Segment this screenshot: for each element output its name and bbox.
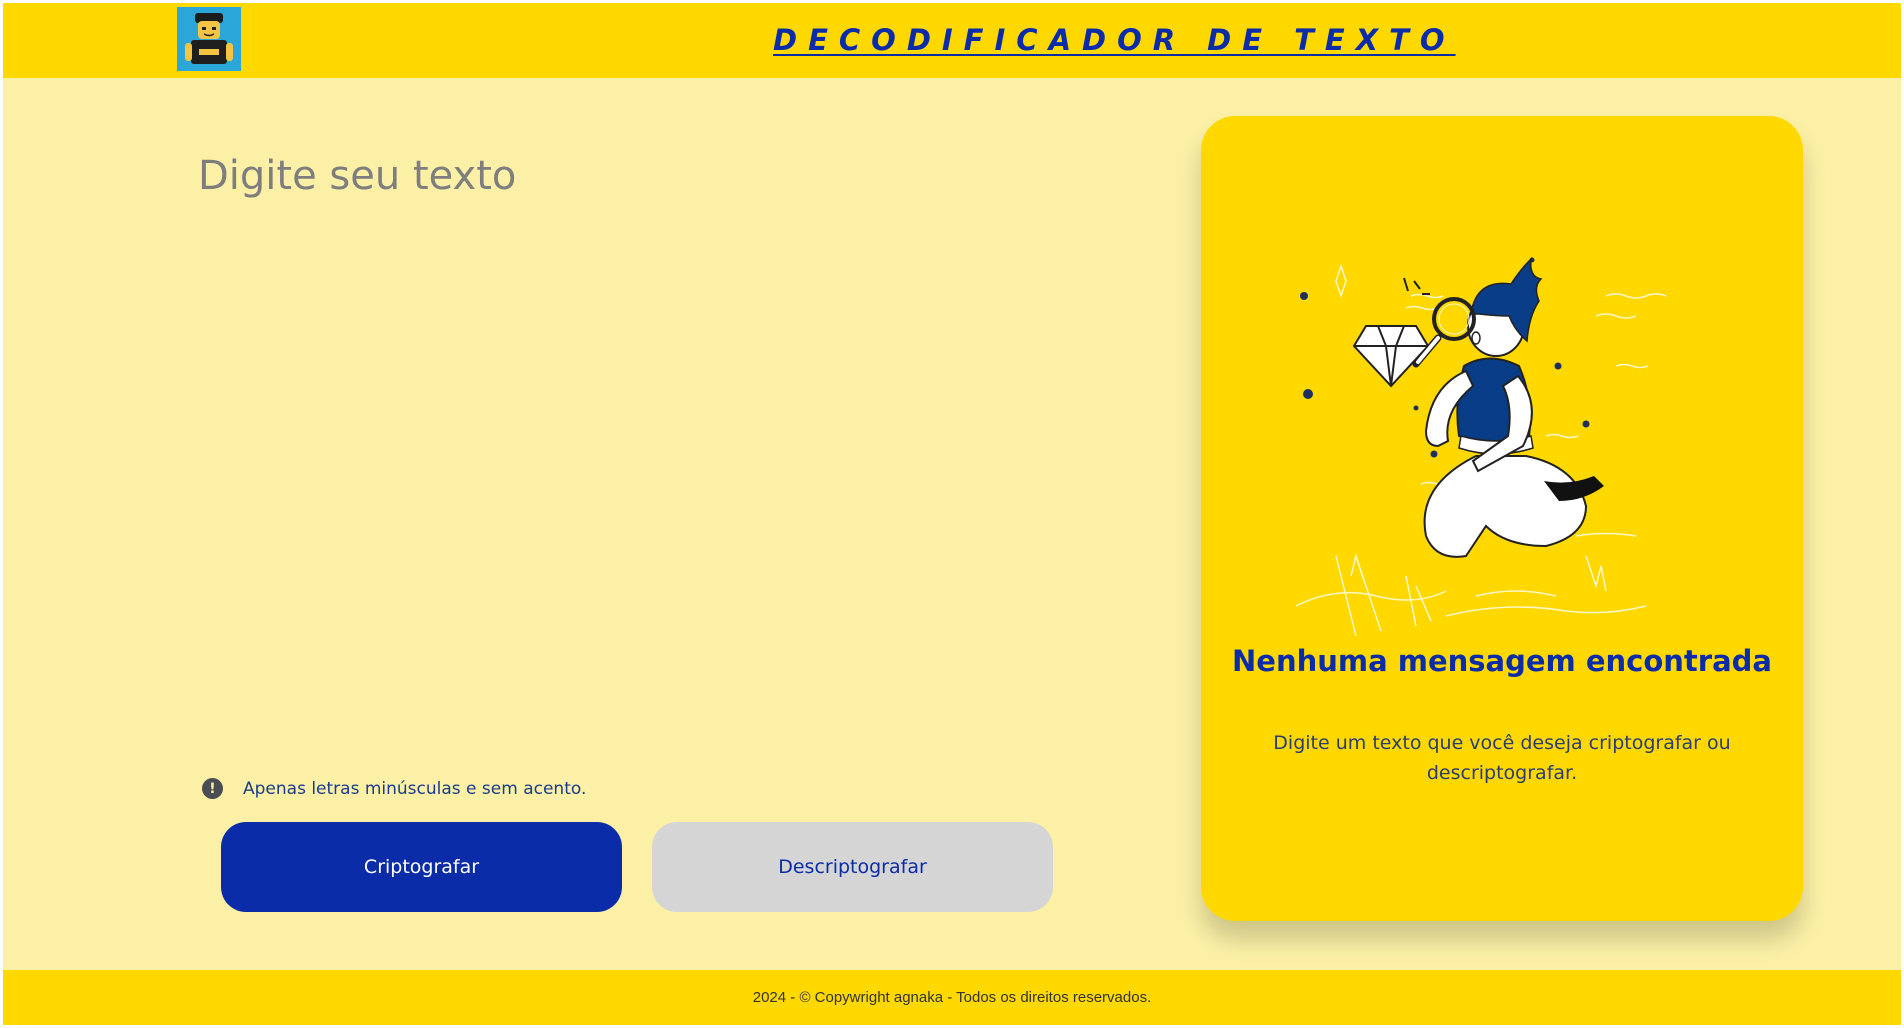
header: DECODIFICADOR DE TEXTO: [3, 3, 1901, 78]
text-input[interactable]: [198, 153, 1088, 733]
input-hint: ! Apenas letras minúsculas e sem acento.: [202, 778, 586, 799]
logo-avatar[interactable]: [177, 7, 241, 71]
decrypt-button[interactable]: Descriptografar: [652, 822, 1053, 912]
page: DECODIFICADOR DE TEXTO ! Apenas letras m…: [3, 3, 1901, 1025]
hint-text: Apenas letras minúsculas e sem acento.: [243, 778, 587, 799]
empty-message-title: Nenhuma mensagem encontrada: [1232, 644, 1772, 678]
empty-message-text: Digite um texto que você deseja criptogr…: [1273, 732, 1731, 784]
page-title: DECODIFICADOR DE TEXTO: [773, 23, 1456, 57]
search-person-illustration: [1296, 256, 1667, 636]
copyright-text: 2024 - © Copywright agnaka - Todos os di…: [752, 989, 1152, 1006]
exclamation-circle-icon: !: [202, 778, 223, 799]
encrypt-button[interactable]: Criptografar: [221, 822, 622, 912]
output-card: Nenhuma mensagem encontrada Digite um te…: [1201, 116, 1803, 921]
footer: 2024 - © Copywright agnaka - Todos os di…: [3, 970, 1901, 1025]
